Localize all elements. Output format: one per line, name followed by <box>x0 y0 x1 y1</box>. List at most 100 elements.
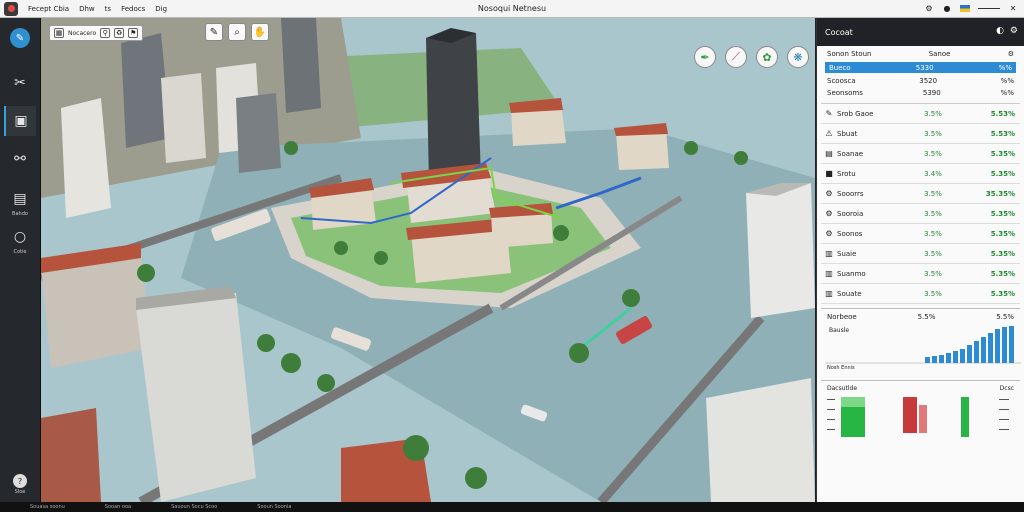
summary-row-unit: %% <box>1000 89 1014 97</box>
status-item: Souasa soonu <box>30 504 65 510</box>
table-row[interactable]: ▥ Suanmo 3.5% 5.35% <box>821 264 1020 284</box>
layers-icon: ▤ <box>825 149 833 158</box>
menu-item-file[interactable]: Fecept Cbia <box>28 5 69 13</box>
building-icon: ▥ <box>825 249 833 258</box>
table-row[interactable]: ⚙ Sooroia 3.5% 5.35% <box>821 204 1020 224</box>
row-value: 3.5% <box>924 229 942 238</box>
city-scene <box>41 18 815 502</box>
table-row[interactable]: ⚠ Sbuat 3.5% 5.53% <box>821 124 1020 144</box>
menu-item-help[interactable]: Dig <box>155 5 167 13</box>
table-row[interactable]: ▥ Souate 3.5% 5.35% <box>821 284 1020 304</box>
tool-help[interactable]: ? Sloe <box>4 474 36 495</box>
window-title: Nosoqui Netnesu <box>477 4 547 13</box>
panel-columns: Sonon Stoun Sanoe ⚙ <box>817 46 1024 60</box>
stats-title: Norbeoe <box>827 313 857 321</box>
viewport-toolbar[interactable]: ▦ Nocacero ⚲ ♻ ⚑ <box>49 25 144 41</box>
panel-header: Cocoat ◐ ⚙ <box>817 18 1024 46</box>
app-logo-icon <box>4 1 18 16</box>
viewport-toolbar-label: Nocacero <box>68 29 97 37</box>
stats-footer: Nosh Ennis <box>827 365 855 371</box>
summary-row[interactable]: Scoosca 3520 %% <box>817 75 1024 87</box>
selected-row[interactable]: Bueco 5330 %% <box>825 62 1016 73</box>
notification-icon[interactable]: ● <box>942 3 952 13</box>
refresh-icon[interactable]: ◐ <box>996 26 1004 36</box>
city-viewport[interactable]: ▦ Nocacero ⚲ ♻ ⚑ ✎ ⌕ ✋ ✒ ⟋ ✿ ❋ <box>41 18 815 502</box>
table-row[interactable]: ✎ Srob Gaoe 3.5% 5.53% <box>821 104 1020 124</box>
search-button[interactable]: ⌕ <box>228 23 246 41</box>
row-name: Suaie <box>837 249 857 258</box>
truck-icon: ■ <box>825 169 833 178</box>
filter-icon[interactable]: ⚲ <box>100 28 111 38</box>
pencil-icon: ✎ <box>825 109 833 118</box>
table-row[interactable]: ▥ Suaie 3.5% 5.35% <box>821 244 1020 264</box>
tool-document[interactable]: ▤ Bahdo <box>4 188 36 217</box>
measure-button[interactable]: ⟋ <box>725 46 747 68</box>
sort-icon[interactable]: ⚙ <box>1008 50 1014 58</box>
minimize-button[interactable] <box>978 7 1000 9</box>
tool-connect[interactable]: ⚯ <box>4 148 36 170</box>
warning-icon: ⚠ <box>825 129 833 138</box>
row-name: Soanae <box>837 149 864 158</box>
properties-panel: Cocoat ◐ ⚙ Sonon Stoun Sanoe ⚙ Bueco 533… <box>816 18 1024 502</box>
gear-icon: ⚙ <box>825 189 833 198</box>
tool-route[interactable]: ✂ <box>4 72 36 94</box>
menu-item-tools[interactable]: ts <box>105 5 111 13</box>
row-name: Srotu <box>837 169 856 178</box>
menu-bar: Fecept Cbia Dhw ts Fedocs Dig <box>28 5 167 13</box>
selected-row-name: Bueco <box>829 63 851 72</box>
row-change: 5.35% <box>990 229 1015 238</box>
summary-row[interactable]: Seonsoms 5390 %% <box>817 87 1024 99</box>
settings-button[interactable]: ❋ <box>787 46 809 68</box>
bar-section: Dacsutlde Dcsc <box>821 380 1020 460</box>
table-row[interactable]: ⚙ Sooorrs 3.5% 35.35% <box>821 184 1020 204</box>
tool-bulb[interactable]: ○ Cotie <box>4 226 36 255</box>
metrics-table: ✎ Srob Gaoe 3.5% 5.53% ⚠ Sbuat 3.5% 5.53% ▤ Soa… <box>821 103 1020 304</box>
tool-panel[interactable]: ▣ <box>4 106 36 136</box>
row-name: Souate <box>837 289 862 298</box>
table-row[interactable]: ▤ Soanae 3.5% 5.35% <box>821 144 1020 164</box>
row-change: 5.35% <box>990 269 1015 278</box>
status-item: Sauoun Socu Scoo <box>171 504 218 510</box>
summary-row-value: 3520 <box>919 77 938 85</box>
summary-row-unit: %% <box>1000 77 1014 85</box>
menu-item-view[interactable]: Dhw <box>79 5 95 13</box>
document-tool-icon: ▤ <box>13 191 27 207</box>
left-toolbar: ✎ ✂ ▣ ⚯ ▤ Bahdo ○ Cotie ? Sloe <box>0 18 41 502</box>
row-name: Srob Gaoe <box>837 109 874 118</box>
stats-section: Norbeoe 5.5% 5.5% Bausle Nosh Ennis <box>821 308 1021 376</box>
language-flag-icon[interactable] <box>960 4 970 12</box>
row-name: Soonos <box>837 229 863 238</box>
table-row[interactable]: ⚙ Soonos 3.5% 5.35% <box>821 224 1020 244</box>
row-name: Sbuat <box>837 129 858 138</box>
menu-item-docs[interactable]: Fedocs <box>121 5 145 13</box>
selected-row-value: 5330 <box>915 63 934 72</box>
row-change: 5.35% <box>990 249 1015 258</box>
marker-button[interactable]: ✒ <box>694 46 716 68</box>
stats-value-secondary: 5.5% <box>996 313 1014 321</box>
row-value: 3.5% <box>924 149 942 158</box>
tool-bulb-label: Cotie <box>13 249 27 255</box>
row-value: 3.5% <box>924 249 942 258</box>
tag-icon[interactable]: ⚑ <box>128 28 139 38</box>
row-value: 3.5% <box>924 289 942 298</box>
status-bar: Souasa soonu Sooan ooa Sauoun Socu Scoo … <box>0 502 1024 512</box>
gear-icon: ⚙ <box>825 209 833 218</box>
pan-tool-button[interactable]: ✋ <box>251 23 269 41</box>
tool-brand[interactable]: ✎ <box>4 28 36 48</box>
tree-tool-button[interactable]: ✿ <box>756 46 778 68</box>
help-tool-icon: ? <box>13 474 27 488</box>
table-row[interactable]: ■ Srotu 3.4% 5.35% <box>821 164 1020 184</box>
row-change: 5.35% <box>990 169 1015 178</box>
stats-value: 5.5% <box>917 313 936 321</box>
tool-document-label: Bahdo <box>12 211 28 217</box>
draw-tool-button[interactable]: ✎ <box>205 23 223 41</box>
row-value: 3.5% <box>924 189 942 198</box>
column-header-name: Sonon Stoun <box>827 50 872 58</box>
recycle-icon[interactable]: ♻ <box>114 28 125 38</box>
settings-icon[interactable]: ⚙ <box>1010 26 1018 36</box>
row-name: Suanmo <box>837 269 866 278</box>
close-icon[interactable]: ✕ <box>1008 3 1018 13</box>
title-bar: Fecept Cbia Dhw ts Fedocs Dig Nosoqui Ne… <box>0 0 1024 18</box>
settings-icon[interactable]: ⚙ <box>924 3 934 13</box>
layers-icon[interactable]: ▦ <box>54 28 64 38</box>
